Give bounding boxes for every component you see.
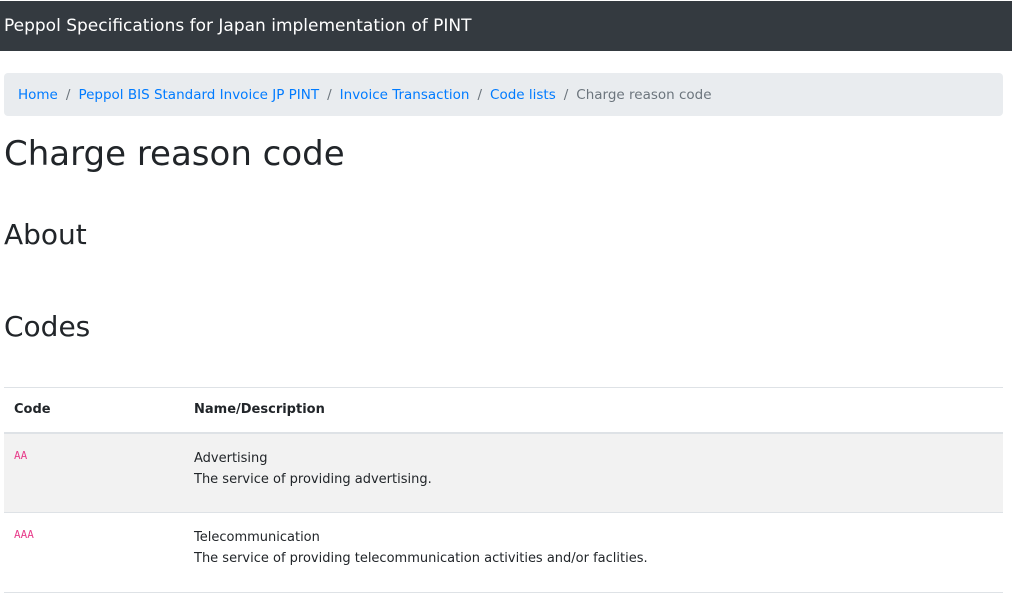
about-heading: About	[4, 218, 87, 251]
header-code: Code	[4, 387, 184, 434]
code-description: The service of providing advertising.	[194, 471, 432, 487]
breadcrumb-invoice-transaction[interactable]: Invoice Transaction	[340, 87, 470, 103]
code-cell: AAA	[4, 512, 184, 593]
code-name: Telecommunication	[194, 530, 320, 545]
breadcrumb-current: Charge reason code	[576, 86, 712, 103]
code-name: Advertising	[194, 450, 268, 466]
breadcrumb-separator: /	[477, 86, 483, 103]
breadcrumb-separator: /	[327, 86, 332, 103]
breadcrumb-home[interactable]: Home	[18, 87, 58, 103]
code-value: AA	[14, 448, 28, 462]
header-name-description: Name/Description	[184, 387, 1003, 434]
navbar-brand[interactable]: Peppol Specifications for Japan implemen…	[4, 16, 471, 36]
code-description: The service of providing telecommunicati…	[194, 551, 648, 566]
breadcrumb: Home / Peppol BIS Standard Invoice JP PI…	[4, 73, 1003, 116]
codes-heading: Codes	[4, 310, 91, 343]
name-description-cell: Telecommunication The service of providi…	[184, 512, 1003, 593]
codes-table: Code Name/Description AA Advertising The…	[4, 387, 1003, 593]
name-description-cell: Advertising The service of providing adv…	[184, 432, 1003, 513]
breadcrumb-separator: /	[563, 86, 569, 103]
page-title: Charge reason code	[4, 134, 345, 174]
top-navbar: Peppol Specifications for Japan implemen…	[0, 1, 1012, 51]
table-row: AAA Telecommunication The service of pro…	[4, 512, 1003, 593]
breadcrumb-jp-pint[interactable]: Peppol BIS Standard Invoice JP PINT	[78, 87, 319, 103]
code-cell: AA	[4, 432, 184, 513]
breadcrumb-code-lists[interactable]: Code lists	[490, 87, 556, 103]
breadcrumb-separator: /	[65, 86, 71, 103]
table-row: AA Advertising The service of providing …	[4, 432, 1003, 513]
table-header-row: Code Name/Description	[4, 387, 1003, 434]
code-value: AAA	[14, 528, 34, 541]
